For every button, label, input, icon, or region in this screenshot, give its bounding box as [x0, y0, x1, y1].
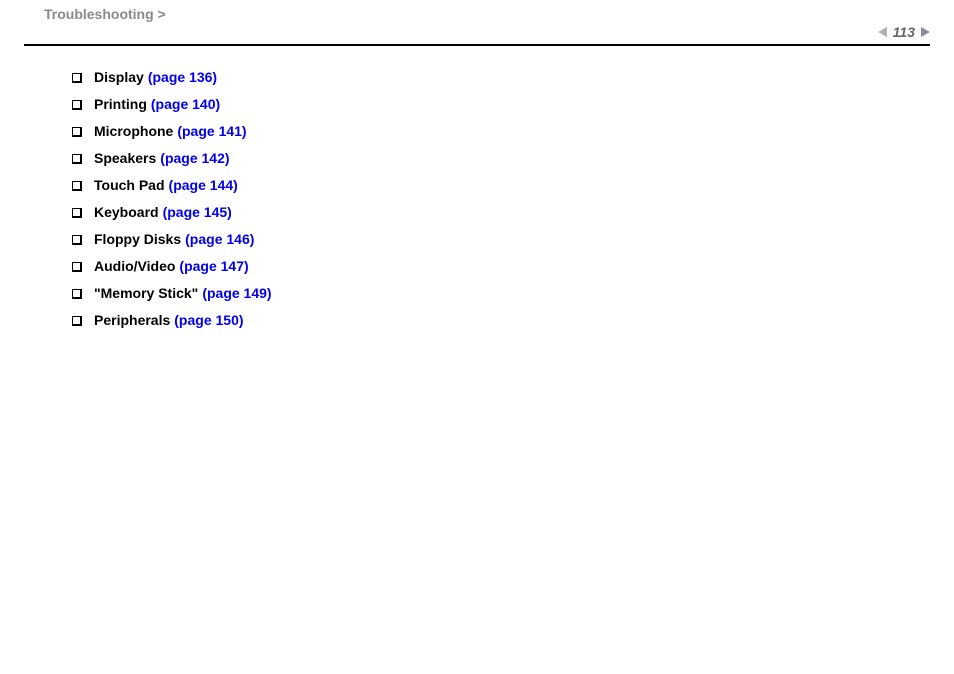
bullet-icon [72, 127, 82, 137]
list-item: Printing (page 140) [72, 97, 954, 111]
list-item: Display (page 136) [72, 70, 954, 84]
bullet-icon [72, 208, 82, 218]
item-label: Audio/Video [94, 259, 175, 273]
page-number-group: 113 [878, 24, 930, 40]
page-ref-link[interactable]: (page 141) [177, 124, 246, 138]
item-label: Speakers [94, 151, 156, 165]
page-ref-link[interactable]: (page 147) [179, 259, 248, 273]
list-item: "Memory Stick" (page 149) [72, 286, 954, 300]
list-item: Touch Pad (page 144) [72, 178, 954, 192]
page-number: 113 [891, 24, 917, 40]
page-ref-link[interactable]: (page 136) [148, 70, 217, 84]
item-label: Microphone [94, 124, 173, 138]
bullet-icon [72, 235, 82, 245]
page-ref-link[interactable]: (page 145) [163, 205, 232, 219]
item-label: Display [94, 70, 144, 84]
bullet-icon [72, 73, 82, 83]
list-item: Peripherals (page 150) [72, 313, 954, 327]
bullet-icon [72, 181, 82, 191]
page-ref-link[interactable]: (page 142) [160, 151, 229, 165]
breadcrumb: Troubleshooting > [44, 6, 166, 22]
item-label: Touch Pad [94, 178, 165, 192]
item-label: Keyboard [94, 205, 159, 219]
page-ref-link[interactable]: (page 150) [174, 313, 243, 327]
topic-list: Display (page 136) Printing (page 140) M… [72, 70, 954, 327]
page-ref-link[interactable]: (page 140) [151, 97, 220, 111]
list-item: Speakers (page 142) [72, 151, 954, 165]
chevron-right-icon: > [158, 6, 166, 22]
bullet-icon [72, 154, 82, 164]
bullet-icon [72, 262, 82, 272]
page-container: Troubleshooting > 113 Display (page 136)… [0, 0, 954, 674]
breadcrumb-label: Troubleshooting [44, 6, 154, 22]
page-header: Troubleshooting > 113 [24, 0, 930, 46]
next-page-icon[interactable] [921, 27, 930, 37]
item-label: Floppy Disks [94, 232, 181, 246]
item-label: Printing [94, 97, 147, 111]
bullet-icon [72, 316, 82, 326]
list-item: Microphone (page 141) [72, 124, 954, 138]
page-ref-link[interactable]: (page 149) [202, 286, 271, 300]
list-item: Keyboard (page 145) [72, 205, 954, 219]
prev-page-icon[interactable] [878, 27, 887, 37]
item-label: Peripherals [94, 313, 170, 327]
page-ref-link[interactable]: (page 146) [185, 232, 254, 246]
item-label: "Memory Stick" [94, 286, 198, 300]
list-item: Floppy Disks (page 146) [72, 232, 954, 246]
bullet-icon [72, 100, 82, 110]
page-ref-link[interactable]: (page 144) [169, 178, 238, 192]
list-item: Audio/Video (page 147) [72, 259, 954, 273]
bullet-icon [72, 289, 82, 299]
content-area: Display (page 136) Printing (page 140) M… [0, 46, 954, 327]
